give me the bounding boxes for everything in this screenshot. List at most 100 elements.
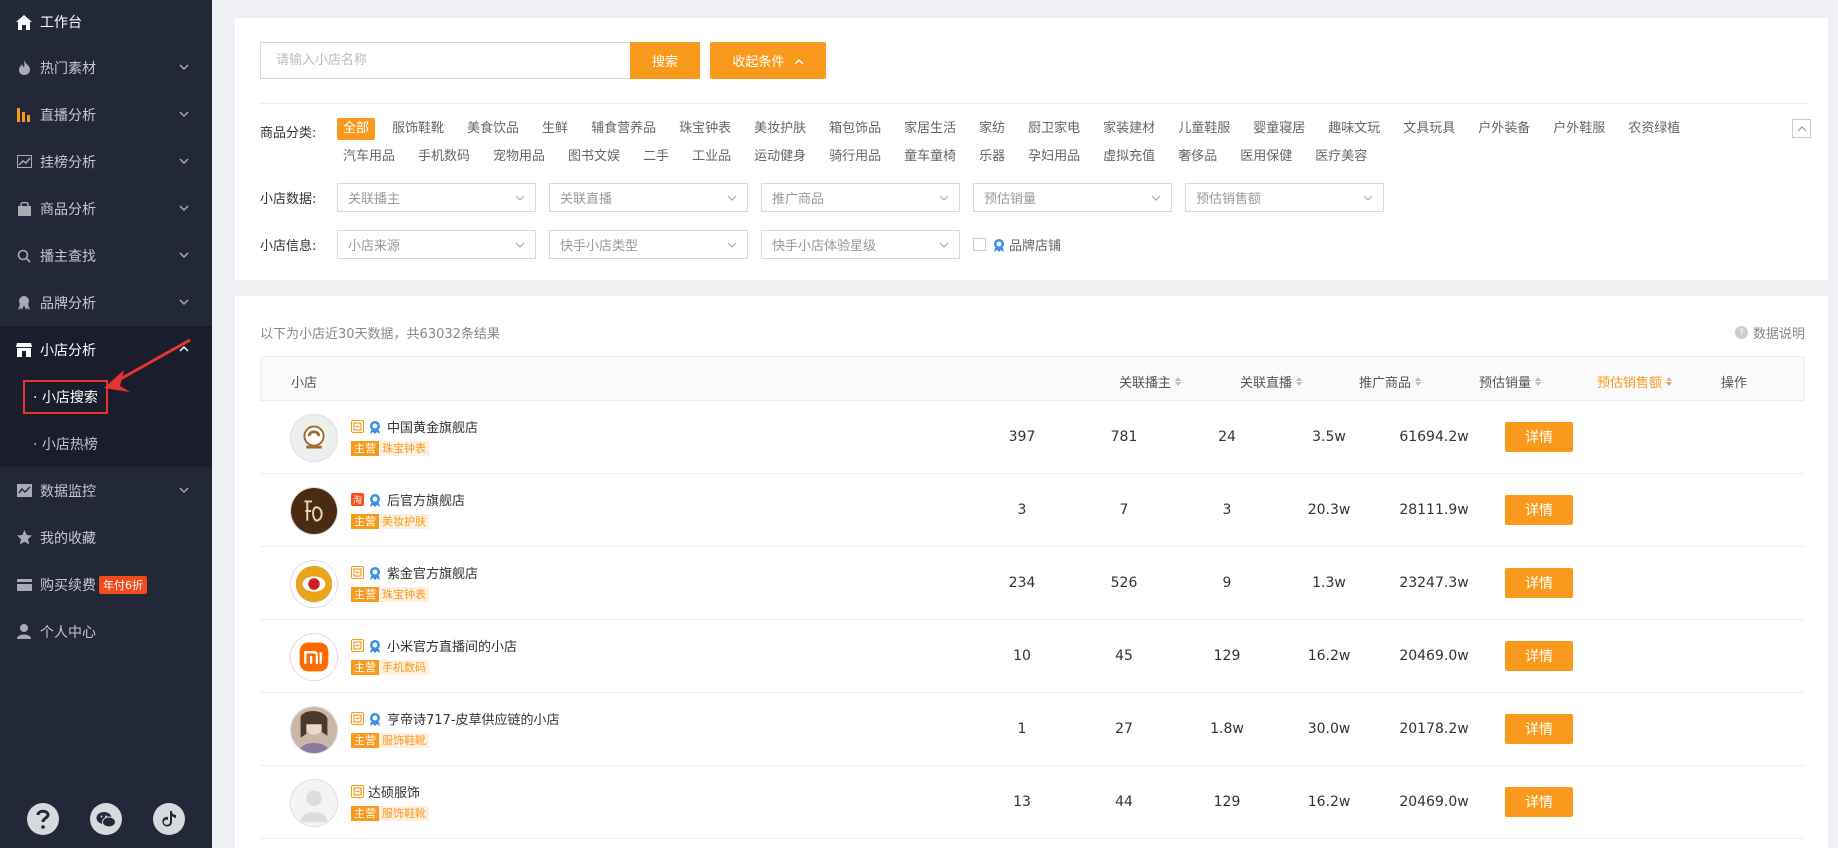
select-shop-source[interactable]: 小店来源 — [337, 230, 536, 259]
collapse-conditions-button[interactable]: 收起条件 — [710, 42, 826, 79]
category-item[interactable]: 骑行用品 — [823, 146, 887, 168]
nav-profile[interactable]: 个人中心 — [0, 608, 212, 655]
detail-button[interactable]: 详情 — [1505, 787, 1573, 817]
col-gmv[interactable]: 预估销售额 — [1597, 372, 1673, 391]
category-item[interactable]: 农资绿植 — [1622, 118, 1686, 140]
category-list: 全部 服饰鞋靴 美食饮品 生鲜 辅食营养品 珠宝钟表 美妆护肤 箱包饰品 家居生活 家纺 厨卫家电家… — [337, 118, 1767, 168]
select-shop-rating[interactable]: 快手小店体验星级 — [761, 230, 960, 259]
category-item[interactable]: 辅食营养品 — [585, 118, 662, 140]
col-anchors[interactable]: 关联播主 — [1119, 372, 1182, 391]
data-note-link[interactable]: ? 数据说明 — [1734, 323, 1805, 342]
cell-products: 9 — [1222, 575, 1232, 591]
brand-shop-checkbox[interactable]: 品牌店铺 — [973, 235, 1061, 254]
category-collapse-toggle[interactable] — [1792, 119, 1811, 138]
category-item[interactable]: 工业品 — [686, 146, 737, 168]
category-item[interactable]: 图书文娱 — [562, 146, 626, 168]
shop-data-filter: 小店数据: 关联播主 关联直播 推广商品 预估销量 预估销售额 — [260, 183, 1397, 212]
category-item[interactable]: 童车童椅 — [898, 146, 962, 168]
nav-shop-hot-list[interactable]: · 小店热榜 — [0, 420, 212, 467]
main-tag: 主营 — [351, 587, 379, 602]
category-item[interactable]: 美妆护肤 — [748, 118, 812, 140]
shop-avatar[interactable] — [290, 633, 338, 681]
detail-button[interactable]: 详情 — [1505, 641, 1573, 671]
shop-name[interactable]: 后官方旗舰店 — [387, 490, 465, 509]
col-sales[interactable]: 预估销量 — [1479, 372, 1542, 391]
table-row[interactable]: 淘 后官方旗舰店 主营 美妆护肤 3 7 3 20.3w 28111.9w 详情 — [260, 474, 1805, 547]
nav-favorites[interactable]: 我的收藏 — [0, 514, 212, 561]
nav-anchor-search[interactable]: 播主查找 — [0, 232, 212, 279]
category-item[interactable]: 运动健身 — [748, 146, 812, 168]
category-item[interactable]: 婴童寝居 — [1247, 118, 1311, 140]
category-item[interactable]: 儿童鞋服 — [1172, 118, 1236, 140]
wechat-icon[interactable] — [89, 803, 122, 835]
table-row[interactable]: 中国黄金旗舰店 主营 珠宝钟表 397 781 24 3.5w 61694.2w 详情 — [260, 401, 1805, 474]
nav-hot-materials[interactable]: 热门素材 — [0, 44, 212, 91]
select-estimated-gmv[interactable]: 预估销售额 — [1185, 183, 1384, 212]
table-row[interactable]: 小米官方直播间的小店 主营 手机数码 10 45 129 16.2w 20469.0w 详情 — [260, 620, 1805, 693]
category-item[interactable]: 医疗美容 — [1309, 146, 1373, 168]
nav-shop-search[interactable]: · 小店搜索 — [0, 373, 212, 420]
detail-button[interactable]: 详情 — [1505, 422, 1573, 452]
nav-data-monitor[interactable]: 数据监控 — [0, 467, 212, 514]
col-lives[interactable]: 关联直播 — [1240, 372, 1303, 391]
shop-name[interactable]: 达硕服饰 — [368, 782, 420, 801]
category-item[interactable]: 家装建材 — [1097, 118, 1161, 140]
shop-avatar[interactable] — [290, 560, 338, 608]
select-promoted-products[interactable]: 推广商品 — [761, 183, 960, 212]
shop-avatar[interactable] — [290, 779, 338, 827]
detail-button[interactable]: 详情 — [1505, 568, 1573, 598]
category-item[interactable]: 户外装备 — [1472, 118, 1536, 140]
table-row[interactable]: 亨帝诗717-皮草供应链的小店 主营 服饰鞋靴 1 27 1.8w 30.0w 20178.2… — [260, 693, 1805, 766]
category-item[interactable]: 二手 — [637, 146, 675, 168]
shop-avatar[interactable] — [290, 487, 338, 535]
category-item[interactable]: 家纺 — [973, 118, 1011, 140]
detail-button[interactable]: 详情 — [1505, 495, 1573, 525]
category-item[interactable]: 生鲜 — [536, 118, 574, 140]
table-row[interactable]: 紫金官方旗舰店 主营 珠宝钟表 234 526 9 1.3w 23247.3w 详情 — [260, 547, 1805, 620]
detail-button[interactable]: 详情 — [1505, 714, 1573, 744]
category-item[interactable]: 服饰鞋靴 — [386, 118, 450, 140]
category-item[interactable]: 文具玩具 — [1397, 118, 1461, 140]
search-button[interactable]: 搜索 — [630, 42, 700, 79]
nav-product-analysis[interactable]: 商品分析 — [0, 185, 212, 232]
category-item[interactable]: 宠物用品 — [487, 146, 551, 168]
category-item[interactable]: 户外鞋服 — [1547, 118, 1611, 140]
checkbox[interactable] — [973, 238, 986, 251]
category-item[interactable]: 家居生活 — [898, 118, 962, 140]
col-products[interactable]: 推广商品 — [1359, 372, 1422, 391]
select-shop-type[interactable]: 快手小店类型 — [549, 230, 748, 259]
nav-shop-analysis[interactable]: 小店分析 — [0, 326, 212, 373]
nav-ranking-analysis[interactable]: 挂榜分析 — [0, 138, 212, 185]
shop-name[interactable]: 亨帝诗717-皮草供应链的小店 — [387, 709, 560, 728]
category-item[interactable]: 趣味文玩 — [1322, 118, 1386, 140]
shop-avatar[interactable] — [290, 414, 338, 462]
category-item[interactable]: 医用保健 — [1234, 146, 1298, 168]
category-item[interactable]: 全部 — [337, 118, 376, 140]
tiktok-icon[interactable] — [152, 803, 185, 835]
category-item[interactable]: 美食饮品 — [461, 118, 525, 140]
nav-workbench[interactable]: 工作台 — [0, 0, 212, 44]
category-item[interactable]: 箱包饰品 — [823, 118, 887, 140]
select-related-anchors[interactable]: 关联播主 — [337, 183, 536, 212]
shop-avatar[interactable] — [290, 706, 338, 754]
category-item[interactable]: 乐器 — [973, 146, 1011, 168]
select-related-lives[interactable]: 关联直播 — [549, 183, 748, 212]
nav-brand-analysis[interactable]: 品牌分析 — [0, 279, 212, 326]
category-item[interactable]: 奢侈品 — [1172, 146, 1223, 168]
category-item[interactable]: 珠宝钟表 — [673, 118, 737, 140]
category-item[interactable]: 虚拟充值 — [1097, 146, 1161, 168]
help-icon[interactable] — [27, 803, 60, 835]
shop-search-input[interactable] — [260, 42, 630, 79]
shop-name[interactable]: 中国黄金旗舰店 — [387, 417, 478, 436]
category-item[interactable]: 手机数码 — [412, 146, 476, 168]
nav-live-analysis[interactable]: 直播分析 — [0, 91, 212, 138]
select-estimated-sales[interactable]: 预估销量 — [973, 183, 1172, 212]
nav-profile-label: 个人中心 — [40, 624, 96, 641]
category-item[interactable]: 孕妇用品 — [1022, 146, 1086, 168]
category-item[interactable]: 汽车用品 — [337, 146, 401, 168]
nav-purchase[interactable]: 购买续费 年付6折 — [0, 561, 212, 608]
table-row[interactable]: 达硕服饰 主营 服饰鞋靴 13 44 129 16.2w 20469.0w 详情 — [260, 766, 1805, 839]
shop-name[interactable]: 紫金官方旗舰店 — [387, 563, 478, 582]
shop-name[interactable]: 小米官方直播间的小店 — [387, 636, 517, 655]
category-item[interactable]: 厨卫家电 — [1022, 118, 1086, 140]
